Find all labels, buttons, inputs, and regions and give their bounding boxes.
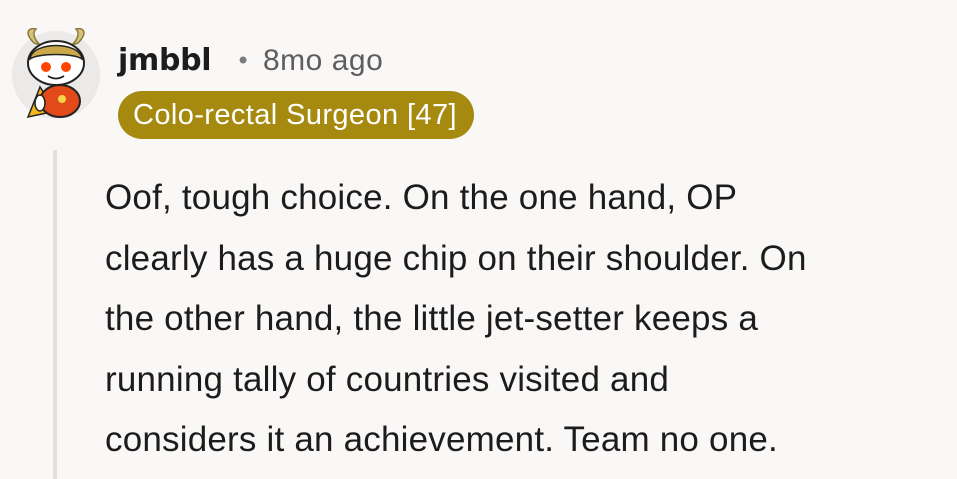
comment-body-line: Oof, tough choice. On the one hand, OP bbox=[105, 178, 738, 217]
comment-body-line: clearly has a huge chip on their shoulde… bbox=[105, 238, 807, 278]
thread-collapse-line[interactable] bbox=[53, 150, 57, 479]
username-link[interactable]: jmbbl bbox=[118, 38, 212, 84]
user-avatar[interactable] bbox=[10, 25, 102, 123]
snoo-avatar-icon bbox=[12, 27, 100, 119]
comment: jmbbl • 8mo ago Colo-rectal Surgeon [47]… bbox=[0, 0, 957, 479]
comment-body: Oof, tough choice. On the one hand, OP c… bbox=[105, 168, 945, 471]
comment-timestamp[interactable]: 8mo ago bbox=[263, 38, 383, 84]
user-flair-badge: Colo-rectal Surgeon [47] bbox=[118, 91, 474, 139]
comment-body-line: running tally of countries visited and bbox=[105, 359, 670, 399]
comment-body-line: the other hand, the little jet-setter ke… bbox=[105, 299, 758, 338]
meta-separator: • bbox=[236, 47, 251, 75]
comment-body-line: considers it an achievement. Team no one… bbox=[105, 420, 778, 459]
